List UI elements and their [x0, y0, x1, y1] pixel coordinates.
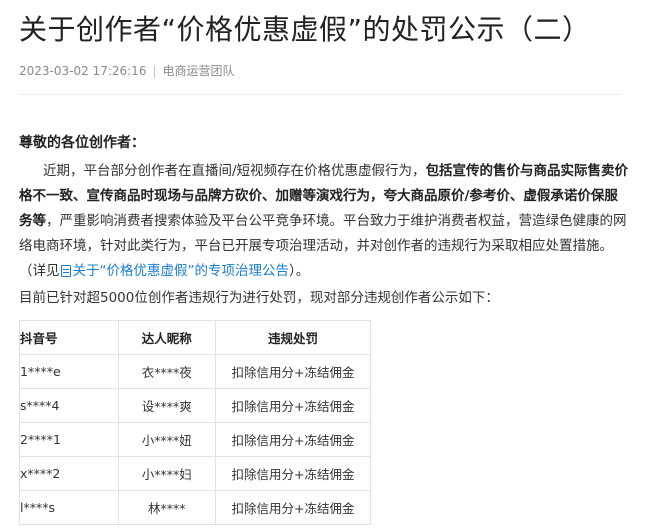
- cell-douyin-id: l****s: [19, 490, 119, 525]
- cell-nickname: 小****妇: [117, 456, 217, 491]
- cell-nickname: 衣****夜: [117, 354, 217, 389]
- cell-penalty: 扣除信用分+冻结佣金: [215, 456, 371, 491]
- intro-sentence: 目前已针对超5000位创作者违规行为进行处罚，现对部分违规创作者公示如下：: [19, 290, 499, 306]
- header-divider: [19, 94, 622, 95]
- governance-notice-link-text: 关于“价格优惠虚假”的专项治理公告: [72, 263, 290, 279]
- document-icon: [60, 265, 71, 277]
- cell-penalty: 扣除信用分+冻结佣金: [215, 388, 371, 423]
- article-meta: 2023-03-02 17:26:16 | 电商运营团队: [19, 62, 235, 79]
- cell-nickname: 设****爽: [117, 388, 217, 423]
- table-row: x****2 小****妇 扣除信用分+冻结佣金: [19, 456, 371, 491]
- cell-douyin-id: 1****e: [19, 354, 119, 389]
- cell-douyin-id: x****2: [19, 456, 119, 491]
- greeting: 尊敬的各位创作者：: [19, 135, 145, 151]
- article-title: 关于创作者“价格优惠虚假”的处罚公示（二）: [19, 13, 591, 46]
- publish-date: 2023-03-02 17:26:16: [19, 64, 147, 78]
- governance-notice-link[interactable]: 关于“价格优惠虚假”的专项治理公告: [60, 263, 290, 279]
- table-row: 2****1 小****妞 扣除信用分+冻结佣金: [19, 422, 371, 457]
- meta-separator: |: [152, 64, 157, 78]
- table-row: l****s 林**** 扣除信用分+冻结佣金: [19, 490, 371, 525]
- table-header-row: 抖音号 达人昵称 违规处罚: [19, 320, 371, 355]
- body-paragraph: 近期，平台部分创作者在直播间/短视频存在价格优惠虚假行为，包括宣传的售价与商品实…: [19, 159, 629, 284]
- paragraph-part-1: 近期，平台部分创作者在直播间/短视频存在价格优惠虚假行为，: [43, 163, 426, 179]
- cell-nickname: 林****: [117, 490, 217, 525]
- column-header-penalty: 违规处罚: [215, 320, 371, 355]
- table-row: 1****e 衣****夜 扣除信用分+冻结佣金: [19, 354, 371, 389]
- table-row: s****4 设****爽 扣除信用分+冻结佣金: [19, 388, 371, 423]
- paragraph-part-4: ）。: [289, 263, 310, 279]
- penalty-table: 抖音号 达人昵称 违规处罚 1****e 衣****夜 扣除信用分+冻结佣金 s…: [19, 320, 371, 525]
- cell-douyin-id: s****4: [19, 388, 119, 423]
- cell-penalty: 扣除信用分+冻结佣金: [215, 490, 371, 525]
- column-header-douyin-id: 抖音号: [19, 320, 119, 355]
- cell-penalty: 扣除信用分+冻结佣金: [215, 354, 371, 389]
- cell-nickname: 小****妞: [117, 422, 217, 457]
- cell-penalty: 扣除信用分+冻结佣金: [215, 422, 371, 457]
- column-header-nickname: 达人昵称: [117, 320, 217, 355]
- author-link[interactable]: 电商运营团队: [163, 64, 235, 78]
- cell-douyin-id: 2****1: [19, 422, 119, 457]
